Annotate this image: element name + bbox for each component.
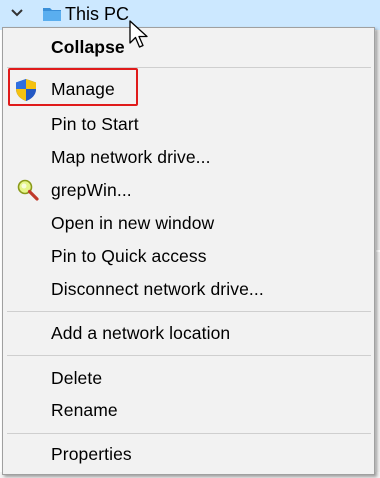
background-pane-edge <box>376 252 380 476</box>
menu-item-label: Pin to Start <box>51 114 139 134</box>
computer-folder-icon <box>43 8 61 21</box>
menu-item-label: grepWin... <box>51 180 132 200</box>
menu-item-pin-to-start[interactable]: Pin to Start <box>3 109 374 141</box>
menu-separator <box>7 355 371 356</box>
menu-item-pin-quick-access[interactable]: Pin to Quick access <box>3 241 374 273</box>
menu-item-label: Open in new window <box>51 213 215 233</box>
tree-item-label: This PC <box>65 4 130 24</box>
context-menu: Collapse Manage Pin to Start Map network… <box>2 27 375 475</box>
menu-item-properties[interactable]: Properties <box>3 439 374 471</box>
menu-item-label: Disconnect network drive... <box>51 279 264 299</box>
menu-item-disconnect-network-drive[interactable]: Disconnect network drive... <box>3 274 374 306</box>
menu-item-label: Rename <box>51 400 118 420</box>
magnifier-icon <box>17 179 39 201</box>
menu-item-grepwin[interactable]: grepWin... <box>3 175 374 207</box>
annotation-highlight-box <box>8 68 138 106</box>
tree-item-this-pc[interactable]: This PC <box>0 0 380 30</box>
menu-item-label: Map network drive... <box>51 147 211 167</box>
mouse-cursor-icon <box>129 20 148 48</box>
screen: This PC Collapse Manage Pin to Start Map… <box>0 0 380 478</box>
chevron-down-icon[interactable] <box>10 6 24 20</box>
menu-item-label: Pin to Quick access <box>51 246 207 266</box>
menu-item-label: Collapse <box>51 37 125 57</box>
menu-item-rename[interactable]: Rename <box>3 395 374 427</box>
background-pane-edge <box>376 30 380 250</box>
menu-item-add-network-location[interactable]: Add a network location <box>3 318 374 350</box>
menu-separator <box>7 311 371 312</box>
menu-item-map-network-drive[interactable]: Map network drive... <box>3 142 374 174</box>
menu-item-label: Add a network location <box>51 323 231 343</box>
menu-item-label: Properties <box>51 444 132 464</box>
menu-separator <box>7 433 371 434</box>
menu-item-label: Delete <box>51 368 103 388</box>
menu-item-open-new-window[interactable]: Open in new window <box>3 208 374 240</box>
menu-item-delete[interactable]: Delete <box>3 363 374 395</box>
menu-item-collapse[interactable]: Collapse <box>3 32 374 64</box>
